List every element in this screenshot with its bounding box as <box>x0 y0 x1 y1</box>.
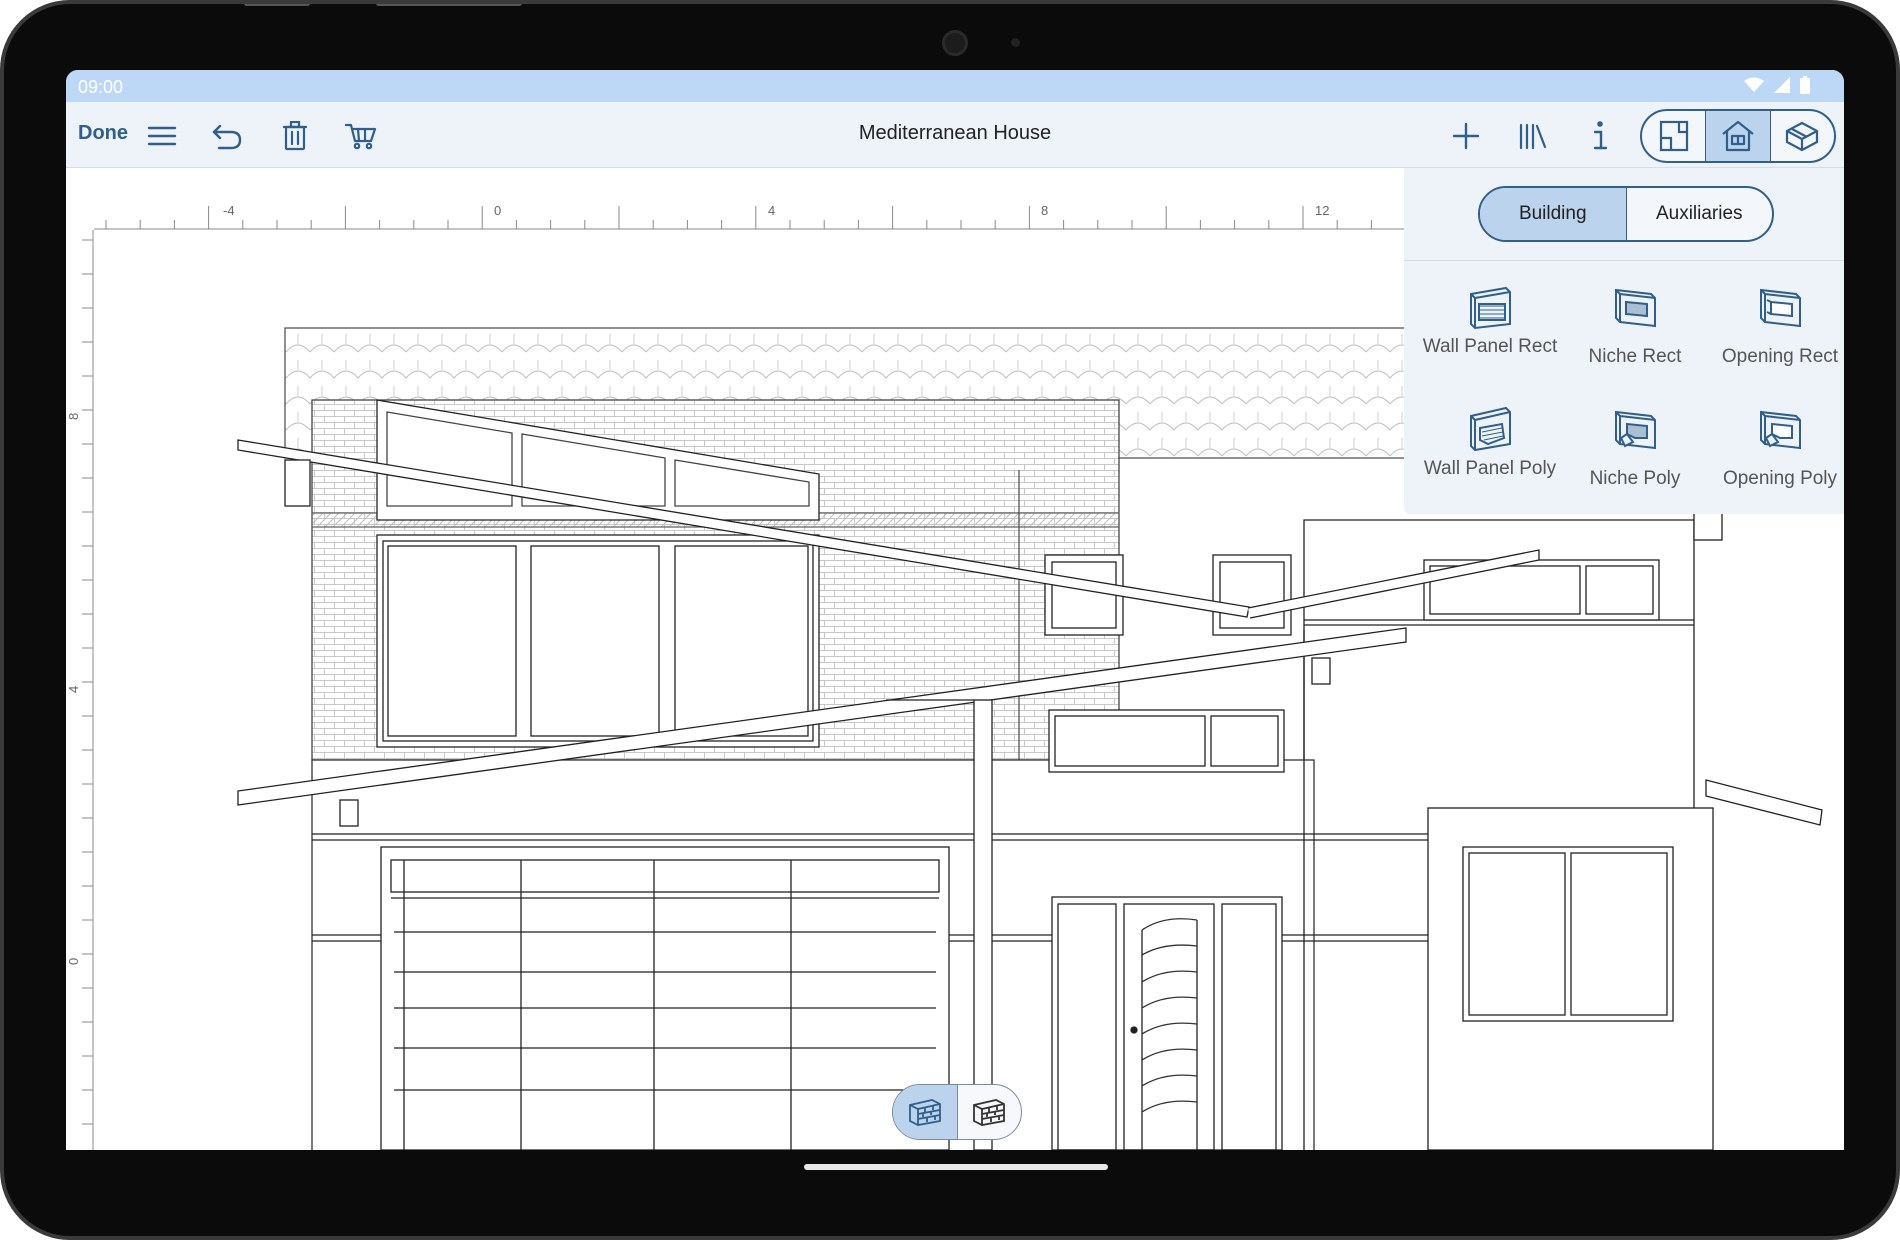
info-icon[interactable] <box>1580 116 1620 156</box>
tool-label: Opening Rect <box>1721 346 1839 367</box>
panel-divider <box>1404 260 1844 261</box>
tool-opening-poly[interactable]: Opening Poly <box>1710 400 1844 490</box>
large-window <box>376 534 820 748</box>
view-mode-selector <box>1640 109 1836 163</box>
mid-window <box>1048 709 1285 773</box>
document-title: Mediterranean House <box>858 122 1052 144</box>
garage-door <box>380 846 950 1150</box>
tab-building[interactable]: Building <box>1480 188 1627 240</box>
signal-icon <box>1774 77 1790 93</box>
app-screen: 09:00 Done Mediterranean House m -4 0 4 … <box>66 70 1844 1150</box>
vertical-ruler: 8 4 0 <box>66 230 94 1150</box>
tool-label: Niche Poly <box>1589 468 1681 489</box>
panel-tabs: Building Auxiliaries <box>1478 186 1774 242</box>
tool-label: Wall Panel Rect <box>1422 336 1558 357</box>
ruler-left-label: 4 <box>66 686 81 693</box>
status-icons <box>1744 76 1810 94</box>
trash-icon[interactable] <box>275 116 315 156</box>
ruler-top-label: 8 <box>1041 203 1048 218</box>
wall-panel-poly-icon <box>1420 400 1560 456</box>
tool-niche-poly[interactable]: Niche Poly <box>1565 400 1705 490</box>
tool-label: Wall Panel Poly <box>1423 458 1557 479</box>
tools-panel: Building Auxiliaries Wall Panel Rect Nic… <box>1404 168 1844 514</box>
home-indicator[interactable] <box>804 1164 1108 1170</box>
front-camera <box>942 30 968 56</box>
tool-wall-panel-rect[interactable]: Wall Panel Rect <box>1420 278 1560 358</box>
ruler-left-label: 0 <box>66 958 81 965</box>
undo-icon[interactable] <box>207 116 247 156</box>
tool-label: Opening Poly <box>1722 468 1838 489</box>
done-button[interactable]: Done <box>78 122 128 145</box>
top-toolbar: Done Mediterranean House <box>66 102 1844 168</box>
tablet-frame: 09:00 Done Mediterranean House m -4 0 4 … <box>0 0 1900 1240</box>
add-icon[interactable] <box>1446 116 1486 156</box>
battery-icon <box>1800 76 1810 94</box>
status-time: 09:00 <box>78 77 124 97</box>
wall-style-toggle <box>892 1084 1022 1140</box>
niche-poly-icon <box>1565 400 1705 456</box>
cart-icon[interactable] <box>341 116 381 156</box>
ruler-top-label: 4 <box>768 203 775 218</box>
menu-icon[interactable] <box>142 116 182 156</box>
tool-opening-rect[interactable]: Opening Rect <box>1710 278 1844 368</box>
power-button <box>376 4 522 6</box>
small-window <box>1212 554 1292 636</box>
brick-wall-3d-icon[interactable] <box>893 1085 958 1139</box>
opening-rect-icon <box>1710 278 1844 334</box>
library-icon[interactable] <box>1513 116 1553 156</box>
tool-niche-rect[interactable]: Niche Rect <box>1565 278 1705 368</box>
entrance-door <box>1051 896 1283 1150</box>
ruler-top-label: 0 <box>494 203 501 218</box>
right-window <box>1462 846 1674 1022</box>
tool-label: Niche Rect <box>1588 346 1682 367</box>
horizontal-ruler: -4 0 4 8 12 <box>66 200 1404 230</box>
volume-button <box>244 4 310 6</box>
ruler-left-label: 8 <box>66 413 81 420</box>
3d-view-icon[interactable] <box>1771 111 1834 161</box>
opening-poly-icon <box>1710 400 1844 456</box>
ruler-top-label: -4 <box>223 203 235 218</box>
brick-wall-flat-icon[interactable] <box>958 1085 1022 1139</box>
status-bar: 09:00 <box>66 70 1844 102</box>
tool-wall-panel-poly[interactable]: Wall Panel Poly <box>1420 400 1560 480</box>
tab-auxiliaries[interactable]: Auxiliaries <box>1627 188 1773 240</box>
light-sensor <box>1011 38 1020 47</box>
wifi-icon <box>1744 77 1764 92</box>
wall-panel-rect-icon <box>1420 278 1560 334</box>
elevation-view-icon[interactable] <box>1706 111 1771 161</box>
ruler-top-label: 12 <box>1315 203 1329 218</box>
niche-rect-icon <box>1565 278 1705 334</box>
floor-plan-view-icon[interactable] <box>1642 111 1707 161</box>
